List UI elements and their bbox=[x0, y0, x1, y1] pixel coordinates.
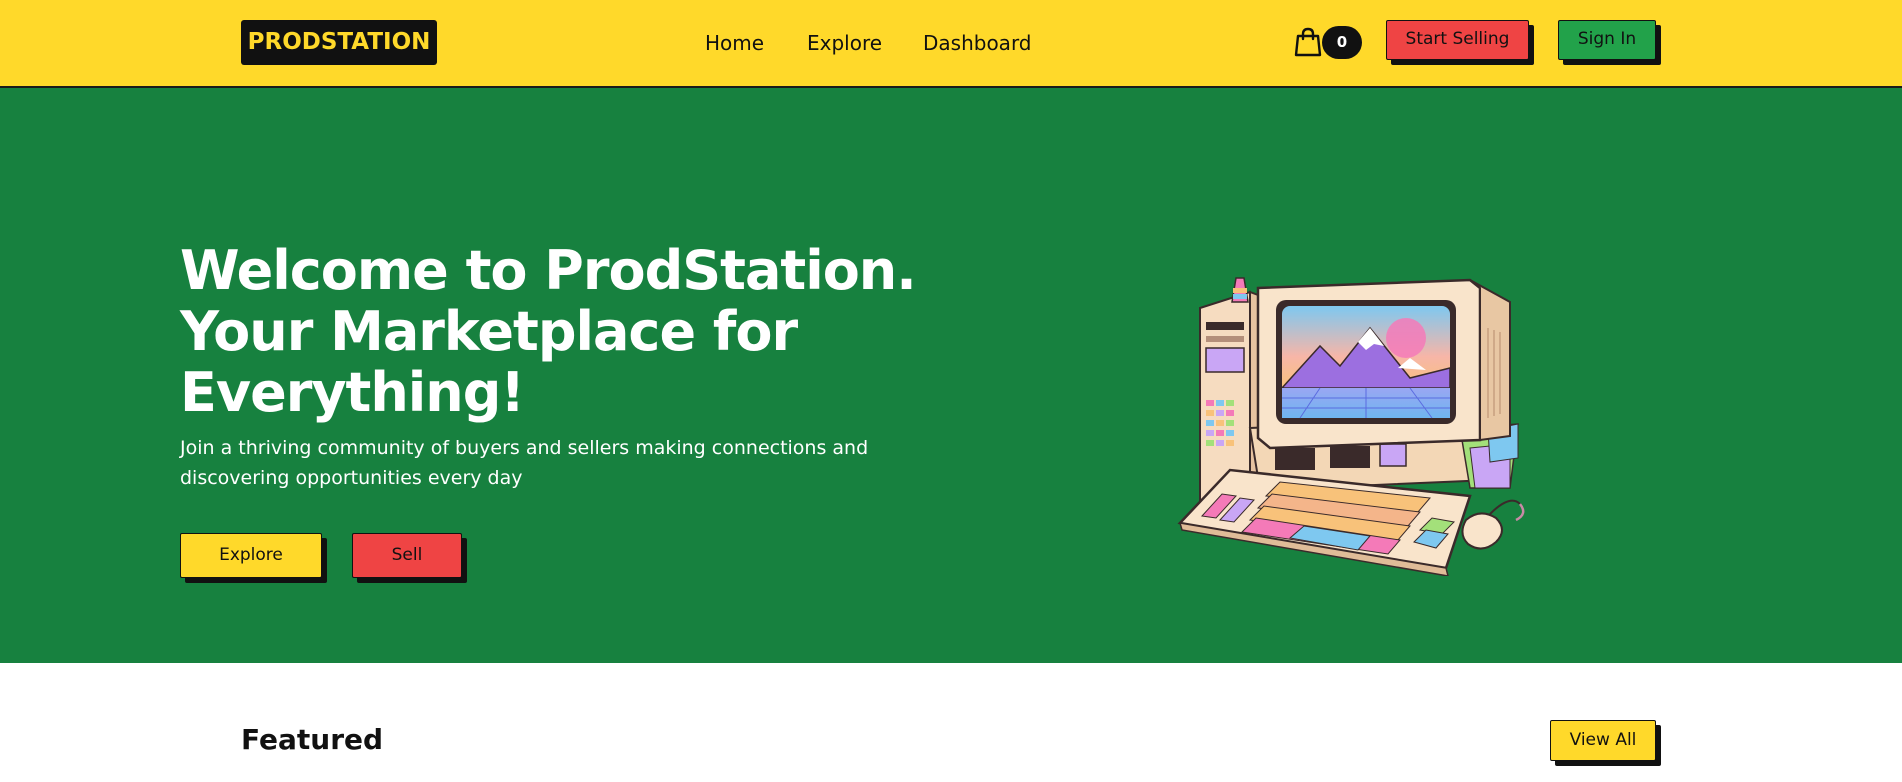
hero-title-line: Welcome to ProdStation. bbox=[180, 239, 917, 302]
hero-title-line: Everything! bbox=[180, 361, 525, 424]
hero-title-line: Your Marketplace for bbox=[180, 300, 798, 363]
nav-explore[interactable]: Explore bbox=[807, 30, 882, 56]
retro-computer-illustration bbox=[1170, 258, 1536, 577]
nav-home[interactable]: Home bbox=[705, 30, 764, 56]
hero-subtitle: Join a thriving community of buyers and … bbox=[180, 437, 869, 489]
sign-in-button[interactable]: Sign In bbox=[1558, 20, 1656, 60]
nav-dashboard[interactable]: Dashboard bbox=[923, 30, 1032, 56]
shopping-bag-icon[interactable] bbox=[1294, 27, 1322, 57]
sell-button[interactable]: Sell bbox=[352, 533, 462, 578]
logo[interactable]: PRODSTATION bbox=[241, 20, 437, 65]
site-header: PRODSTATION Home Explore Dashboard 0 Sta… bbox=[0, 0, 1902, 88]
cart-count-badge[interactable]: 0 bbox=[1322, 26, 1362, 59]
view-all-button[interactable]: View All bbox=[1550, 720, 1656, 761]
hero-section: Welcome to ProdStation. Your Marketplace… bbox=[0, 88, 1902, 663]
hero-title: Welcome to ProdStation. Your Marketplace… bbox=[180, 240, 960, 423]
explore-button[interactable]: Explore bbox=[180, 533, 322, 578]
featured-heading: Featured bbox=[241, 723, 384, 756]
start-selling-button[interactable]: Start Selling bbox=[1386, 20, 1529, 60]
